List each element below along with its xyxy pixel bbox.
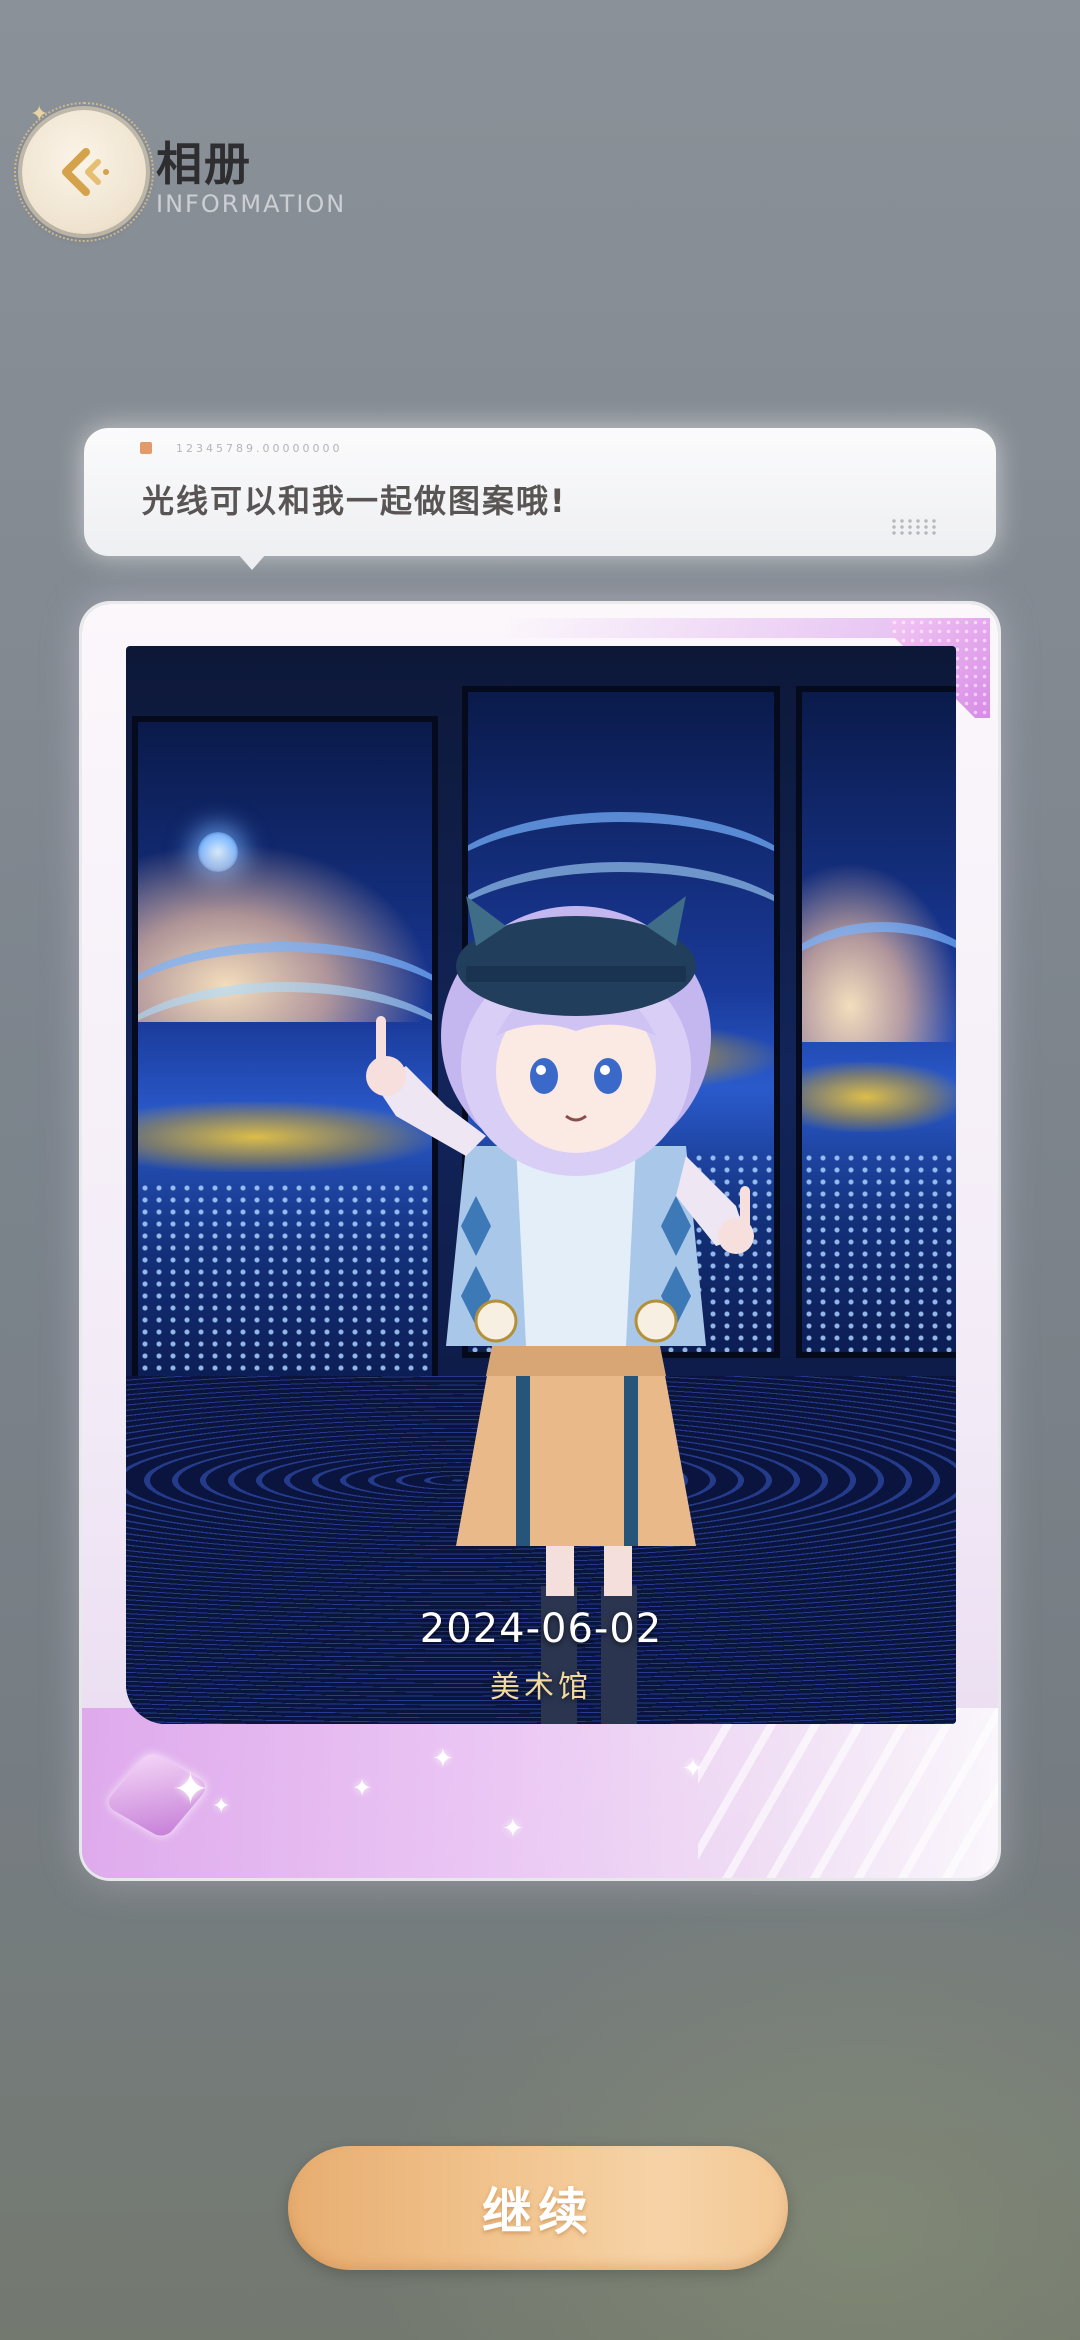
bubble-badge-icon [140,442,152,454]
character-avatar [366,896,754,1724]
art-panel [796,686,956,1358]
page-subtitle: INFORMATION [156,190,347,218]
back-button[interactable] [14,102,154,242]
back-button-ring [14,102,154,242]
card-bottom-stripes [698,1708,998,1878]
page-title: 相册 [156,137,252,191]
sparkle-icon: ✦ [432,1744,454,1774]
photo-card[interactable]: ✦ ✦ ✦ ✦ ✦ ✦ 2024-06-02 美术馆 [82,604,998,1878]
photo-image: 2024-06-02 美术馆 [126,646,956,1724]
sparkle-icon: ✦ [212,1794,231,1819]
photo-date: 2024-06-02 [419,1606,663,1652]
panel-gold [802,1062,956,1132]
continue-button[interactable]: 继续 [288,2146,788,2270]
bubble-message: 光线可以和我一起做图案哦! [142,482,567,520]
photo-location: 美术馆 [490,1670,592,1705]
sparkle-icon: ✦ [502,1814,524,1844]
continue-label: 继续 [482,2183,594,2241]
sparkle-icon: ✦ [682,1754,704,1784]
bubble-tail [238,554,266,570]
panel-dots [802,1152,956,1352]
dots-icon [890,518,938,536]
sparkle-icon: ✦ [352,1774,373,1802]
card-stripe [496,618,928,638]
bubble-meta: 12345789.00000000 [176,442,343,455]
dialog-bubble: 12345789.00000000 光线可以和我一起做图案哦! [84,428,996,556]
sparkle-icon: ✦ [172,1764,209,1815]
